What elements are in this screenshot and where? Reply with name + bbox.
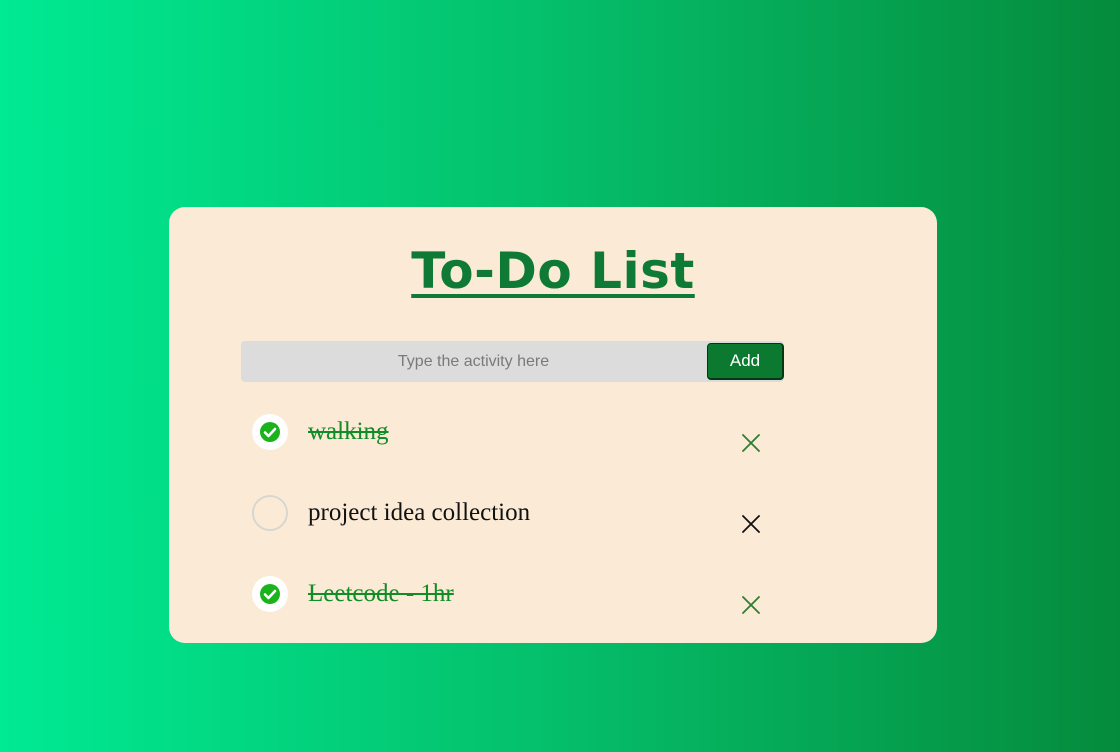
close-icon[interactable] xyxy=(742,434,760,452)
task-text: walking xyxy=(308,418,389,445)
list-item: project idea collection xyxy=(252,495,772,576)
task-text: Leetcode - 1hr xyxy=(308,580,454,607)
list-item: Leetcode - 1hr xyxy=(252,576,772,657)
close-icon[interactable] xyxy=(742,596,760,614)
page-title: To-Do List xyxy=(411,242,695,300)
activity-input[interactable] xyxy=(241,341,706,382)
check-circle-icon[interactable] xyxy=(252,414,288,450)
task-text: project idea collection xyxy=(308,499,531,526)
list-item: walking xyxy=(252,414,772,495)
check-circle-icon[interactable] xyxy=(252,576,288,612)
todo-card: To-Do List Add walking project idea coll… xyxy=(169,207,937,643)
todo-list: walking project idea collection Leetcode… xyxy=(252,414,772,657)
empty-circle-icon[interactable] xyxy=(252,495,288,531)
close-icon[interactable] xyxy=(742,515,760,533)
add-task-row: Add xyxy=(241,341,784,382)
add-button[interactable]: Add xyxy=(707,343,784,380)
